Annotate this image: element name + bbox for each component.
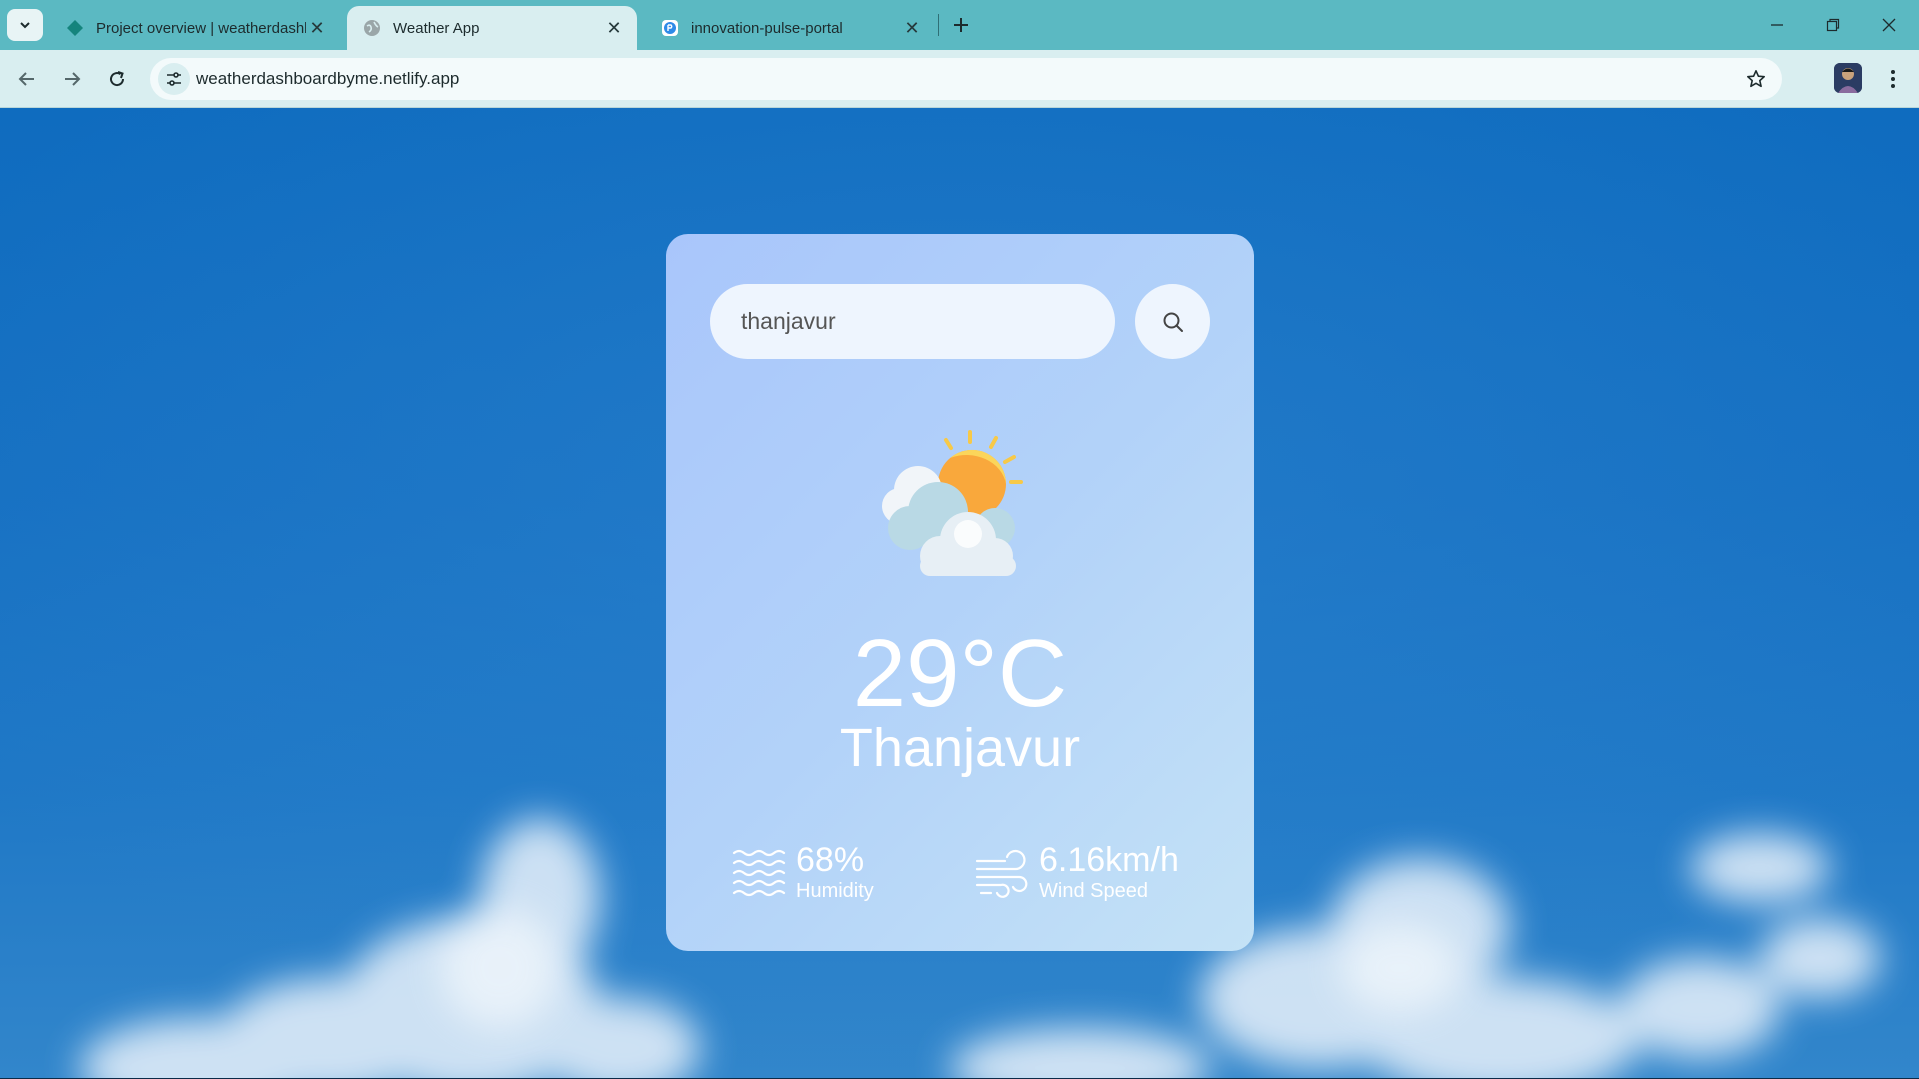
reload-icon (110, 71, 125, 87)
tab-search-button[interactable] (7, 9, 43, 41)
tab-innovation-pulse-portal[interactable]: innovation-pulse-portal ✕ (645, 6, 935, 50)
partly-cloudy-icon (882, 430, 1023, 576)
netlify-favicon-icon (66, 19, 84, 37)
wind-value: 6.16km/h (1039, 841, 1179, 879)
tab-weather-app[interactable]: Weather App ✕ (347, 6, 637, 50)
reload-button[interactable] (100, 62, 134, 96)
app-favicon-icon (661, 19, 679, 37)
humidity-icon (732, 849, 786, 897)
minimize-icon (1771, 24, 1783, 26)
close-window-button[interactable] (1861, 0, 1917, 50)
search-button[interactable] (1135, 284, 1210, 359)
wind-icon (975, 849, 1028, 898)
forward-button[interactable] (55, 62, 89, 96)
temperature: 29°C (852, 620, 1068, 727)
bookmark-button[interactable] (1744, 67, 1768, 91)
wind-label: Wind Speed (1039, 880, 1148, 902)
new-tab-button[interactable] (948, 12, 974, 38)
city-search-input[interactable] (710, 284, 1115, 359)
back-button[interactable] (10, 62, 44, 96)
arrow-left-icon (18, 72, 34, 86)
wind-text: 6.16km/h Wind Speed (1039, 841, 1179, 903)
profile-avatar[interactable] (1834, 63, 1862, 93)
globe-favicon-icon (363, 19, 381, 37)
chevron-down-icon (20, 22, 30, 29)
restore-icon (1826, 18, 1840, 32)
humidity-label: Humidity (796, 880, 874, 902)
city-name: Thanjavur (839, 718, 1081, 778)
tab-title: Weather App (393, 19, 480, 37)
tab-separator (938, 14, 939, 36)
star-icon (1747, 70, 1765, 88)
weather-card: 29°C Thanjavur 68% Humidity (666, 234, 1254, 951)
more-vert-icon (1891, 70, 1895, 88)
close-icon (1882, 18, 1896, 32)
page-viewport: 29°C Thanjavur 68% Humidity (0, 108, 1919, 1079)
tab-project-overview[interactable]: Project overview | weatherdashb ✕ (50, 6, 340, 50)
address-bar[interactable]: weatherdashboardbyme.netlify.app (150, 58, 1782, 100)
humidity-text: 68% Humidity (796, 841, 874, 903)
browser-toolbar: weatherdashboardbyme.netlify.app (0, 50, 1919, 108)
humidity-value: 68% (796, 841, 865, 879)
close-tab-icon[interactable]: ✕ (603, 17, 625, 39)
close-tab-icon[interactable]: ✕ (306, 17, 328, 39)
humidity-detail: 68% Humidity (732, 841, 874, 903)
url-text[interactable]: weatherdashboardbyme.netlify.app (196, 69, 459, 89)
tab-title: innovation-pulse-portal (691, 19, 843, 37)
site-info-button[interactable] (158, 63, 190, 95)
wind-detail: 6.16km/h Wind Speed (975, 841, 1179, 903)
plus-icon (954, 18, 968, 32)
close-tab-icon[interactable]: ✕ (901, 17, 923, 39)
browser-tab-strip: Project overview | weatherdashb ✕ Weathe… (0, 0, 1919, 50)
minimize-button[interactable] (1749, 0, 1805, 50)
browser-menu-button[interactable] (1880, 64, 1906, 94)
tune-icon (167, 72, 181, 86)
arrow-right-icon (65, 72, 81, 86)
restore-button[interactable] (1805, 0, 1861, 50)
search-icon (1163, 312, 1183, 332)
avatar-icon (1834, 63, 1862, 93)
tab-title: Project overview | weatherdashb (96, 19, 306, 37)
